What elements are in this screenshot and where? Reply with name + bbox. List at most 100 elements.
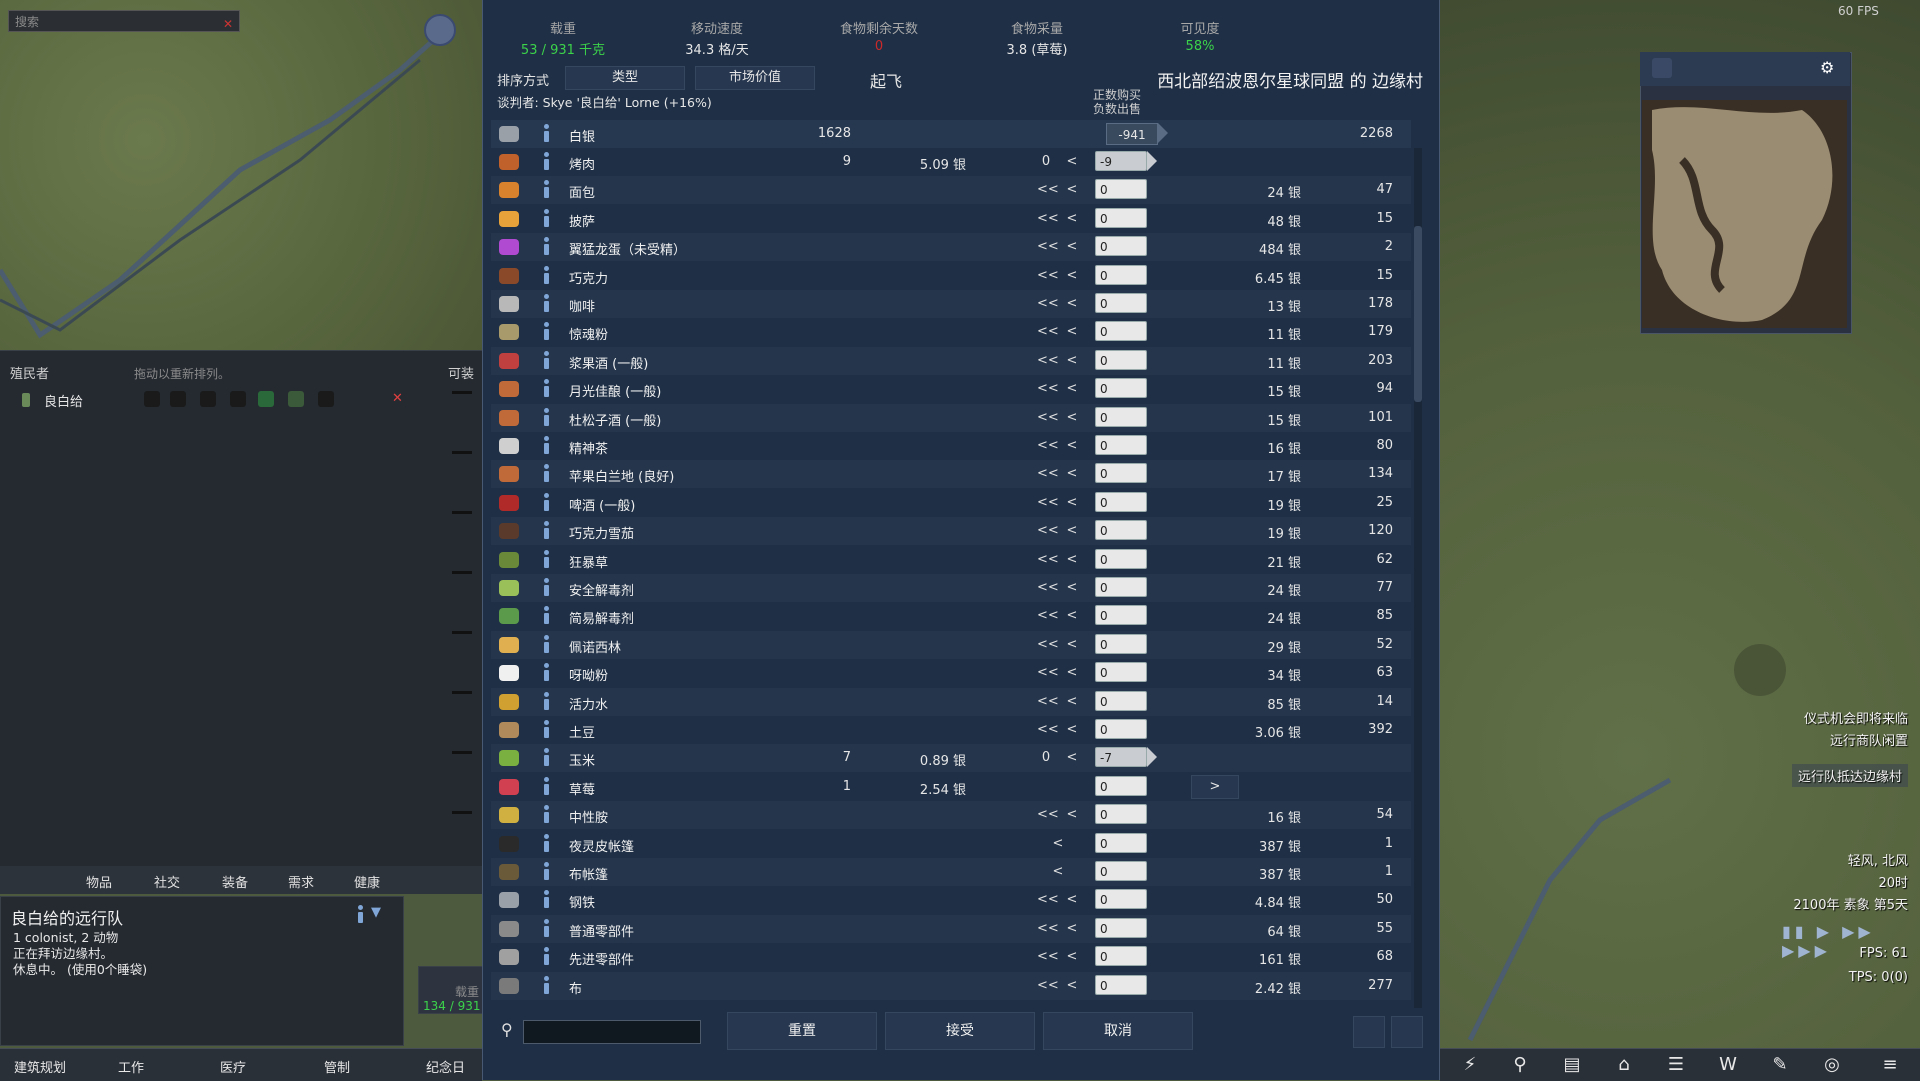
sell-one-button[interactable]: > bbox=[1191, 775, 1239, 799]
trade-quantity-input[interactable]: 0 bbox=[1095, 719, 1147, 739]
buy-one-button[interactable]: < bbox=[1065, 324, 1079, 339]
info-icon[interactable] bbox=[541, 464, 551, 482]
trade-quantity-input[interactable]: 0 bbox=[1095, 634, 1147, 654]
buy-one-button[interactable]: < bbox=[1065, 694, 1079, 709]
info-icon[interactable] bbox=[541, 550, 551, 568]
reset-button[interactable]: 重置 bbox=[727, 1012, 877, 1050]
sort-by-category-button[interactable]: 类型 bbox=[565, 66, 685, 90]
sell-zero-button[interactable]: 0 bbox=[1037, 750, 1055, 765]
trade-quantity-input[interactable]: -9 bbox=[1095, 151, 1147, 171]
accept-button[interactable]: 接受 bbox=[885, 1012, 1035, 1050]
buy-one-button[interactable]: < bbox=[1065, 381, 1079, 396]
buy-one-button[interactable]: < bbox=[1065, 750, 1079, 765]
drop-icon[interactable]: ✕ bbox=[392, 391, 408, 407]
buy-all-button[interactable]: << bbox=[1037, 353, 1059, 368]
trade-quantity-input[interactable]: 0 bbox=[1095, 605, 1147, 625]
info-icon[interactable] bbox=[541, 862, 551, 880]
buy-all-button[interactable]: << bbox=[1037, 608, 1059, 623]
info-icon[interactable] bbox=[541, 720, 551, 738]
world-minimap[interactable] bbox=[1642, 100, 1847, 328]
buy-one-button[interactable]: < bbox=[1065, 807, 1079, 822]
buy-one-button[interactable]: < bbox=[1051, 864, 1065, 879]
buy-one-button[interactable]: < bbox=[1065, 608, 1079, 623]
tab-gear[interactable]: 装备 bbox=[222, 872, 248, 891]
info-icon[interactable] bbox=[541, 379, 551, 397]
lightning-icon[interactable]: ⚡ bbox=[1460, 1055, 1480, 1075]
world-icon[interactable]: W bbox=[1718, 1055, 1738, 1075]
buy-one-button[interactable]: < bbox=[1065, 637, 1079, 652]
buy-all-button[interactable]: << bbox=[1037, 949, 1059, 964]
belt-icon[interactable] bbox=[288, 391, 304, 407]
trade-quantity-input[interactable]: 0 bbox=[1095, 435, 1147, 455]
helmet-icon[interactable] bbox=[230, 391, 246, 407]
buy-one-button[interactable]: < bbox=[1065, 182, 1079, 197]
trade-quantity-input[interactable]: 0 bbox=[1095, 662, 1147, 682]
buy-all-button[interactable]: << bbox=[1037, 722, 1059, 737]
buy-one-button[interactable]: < bbox=[1065, 268, 1079, 283]
info-icon[interactable] bbox=[541, 748, 551, 766]
armor-icon[interactable] bbox=[170, 391, 186, 407]
trade-quantity-input[interactable]: 0 bbox=[1095, 918, 1147, 938]
info-icon[interactable] bbox=[541, 180, 551, 198]
buy-one-button[interactable]: < bbox=[1065, 211, 1079, 226]
info-icon[interactable] bbox=[541, 805, 551, 823]
trade-search-input[interactable] bbox=[523, 1020, 701, 1044]
buy-one-button[interactable]: < bbox=[1065, 466, 1079, 481]
factions-icon[interactable]: ⌂ bbox=[1614, 1055, 1634, 1075]
trade-quantity-input[interactable]: 0 bbox=[1095, 946, 1147, 966]
gear-icon[interactable]: ⚙ bbox=[1820, 58, 1834, 77]
info-icon[interactable] bbox=[541, 692, 551, 710]
trade-mode-icon[interactable] bbox=[1391, 1016, 1423, 1048]
colonist-row[interactable]: 良白给 ✕ bbox=[0, 387, 450, 413]
buy-all-button[interactable]: << bbox=[1037, 892, 1059, 907]
info-icon[interactable] bbox=[541, 322, 551, 340]
world-map-left[interactable] bbox=[0, 0, 482, 350]
glove-icon[interactable] bbox=[200, 391, 216, 407]
buy-all-button[interactable]: << bbox=[1037, 466, 1059, 481]
trade-quantity-input[interactable]: 0 bbox=[1095, 776, 1147, 796]
info-icon[interactable] bbox=[541, 521, 551, 539]
info-icon[interactable] bbox=[541, 237, 551, 255]
info-icon[interactable] bbox=[541, 635, 551, 653]
trade-quantity-input[interactable]: 0 bbox=[1095, 350, 1147, 370]
restrict-button[interactable]: 管制 bbox=[324, 1057, 350, 1076]
history-icon[interactable]: ☰ bbox=[1666, 1055, 1686, 1075]
buy-one-button[interactable]: < bbox=[1065, 410, 1079, 425]
info-icon[interactable] bbox=[541, 663, 551, 681]
buy-all-button[interactable]: << bbox=[1037, 182, 1059, 197]
info-icon[interactable] bbox=[541, 266, 551, 284]
buy-one-button[interactable]: < bbox=[1065, 949, 1079, 964]
alert-caravan-arrived[interactable]: 远行队抵达边缘村 bbox=[1791, 764, 1908, 787]
edit-icon[interactable] bbox=[1652, 58, 1672, 78]
gift-icon[interactable] bbox=[1353, 1016, 1385, 1048]
info-icon[interactable] bbox=[541, 408, 551, 426]
weapon-icon[interactable] bbox=[144, 391, 160, 407]
buy-all-button[interactable]: << bbox=[1037, 211, 1059, 226]
medical-button[interactable]: 医疗 bbox=[220, 1057, 246, 1076]
architect-button[interactable]: 建筑规划 bbox=[14, 1057, 66, 1076]
buy-all-button[interactable]: << bbox=[1037, 324, 1059, 339]
buy-one-button[interactable]: < bbox=[1065, 665, 1079, 680]
info-icon[interactable] bbox=[541, 919, 551, 937]
trade-quantity-input[interactable]: 0 bbox=[1095, 293, 1147, 313]
buy-one-button[interactable]: < bbox=[1051, 836, 1065, 851]
tab-social[interactable]: 社交 bbox=[154, 872, 180, 891]
buy-all-button[interactable]: << bbox=[1037, 978, 1059, 993]
quests-icon[interactable]: ◎ bbox=[1822, 1055, 1842, 1075]
buy-one-button[interactable]: < bbox=[1065, 296, 1079, 311]
buy-all-button[interactable]: << bbox=[1037, 921, 1059, 936]
buy-one-button[interactable]: < bbox=[1065, 523, 1079, 538]
trade-quantity-input[interactable]: 0 bbox=[1095, 378, 1147, 398]
info-icon[interactable] bbox=[355, 905, 365, 923]
buy-all-button[interactable]: << bbox=[1037, 495, 1059, 510]
trade-quantity-input[interactable]: 0 bbox=[1095, 321, 1147, 341]
buy-one-button[interactable]: < bbox=[1065, 921, 1079, 936]
ideology-icon[interactable]: ✎ bbox=[1770, 1055, 1790, 1075]
tab-needs[interactable]: 需求 bbox=[288, 872, 314, 891]
tab-health[interactable]: 健康 bbox=[354, 872, 380, 891]
trade-quantity-input[interactable]: 0 bbox=[1095, 520, 1147, 540]
info-icon[interactable] bbox=[541, 351, 551, 369]
buy-all-button[interactable]: << bbox=[1037, 637, 1059, 652]
search-icon[interactable]: ⚲ bbox=[1510, 1055, 1530, 1075]
trade-quantity-input[interactable]: 0 bbox=[1095, 463, 1147, 483]
